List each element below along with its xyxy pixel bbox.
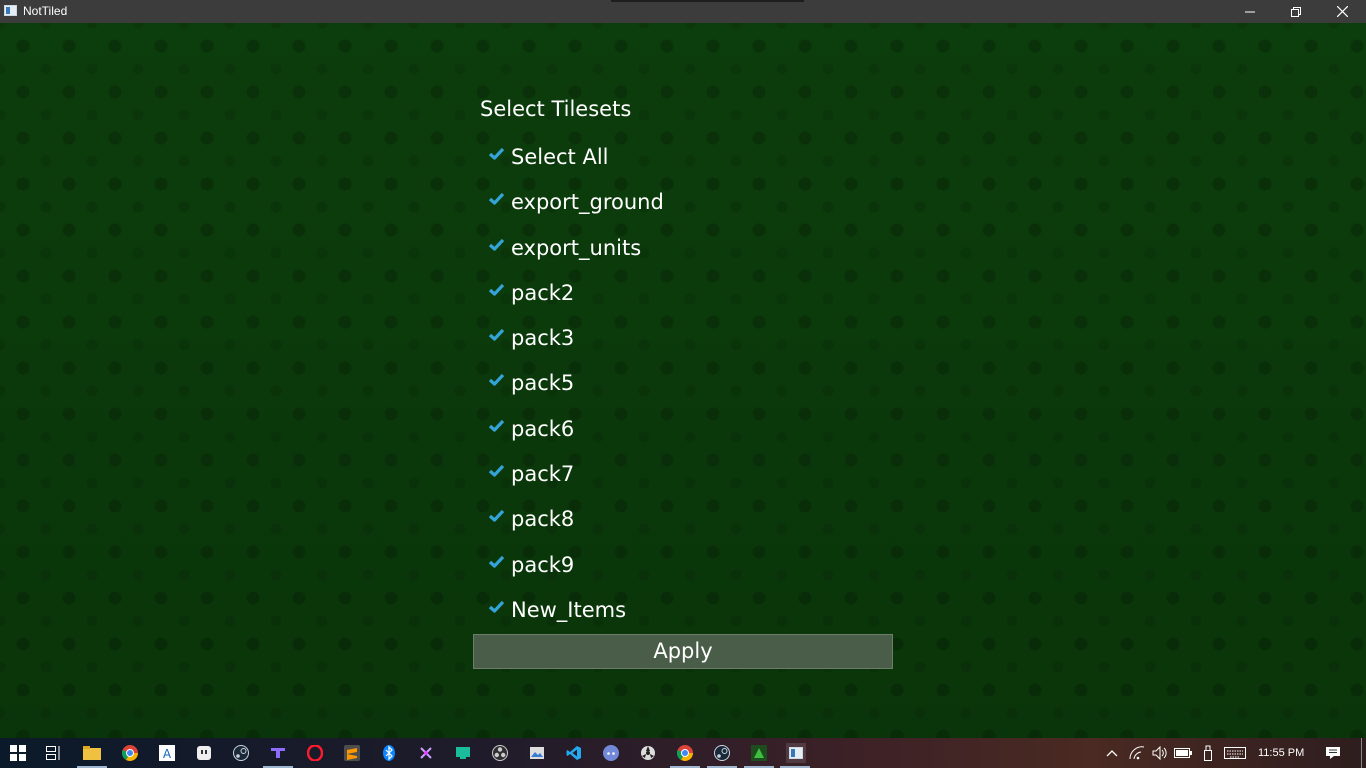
checkbox-select-all[interactable]: Select All — [488, 142, 609, 172]
app-icon[interactable] — [749, 743, 769, 763]
vscode-icon[interactable] — [564, 743, 584, 763]
checkbox-pack8[interactable]: pack8 — [488, 504, 574, 534]
checkbox-checked-icon[interactable] — [488, 327, 505, 344]
checkbox-label: export_ground — [511, 190, 664, 214]
checkbox-label: pack7 — [511, 462, 575, 486]
clock[interactable]: 11:55 PM — [1258, 746, 1304, 760]
steam-icon[interactable] — [231, 743, 251, 763]
checkbox-new-items[interactable]: New_Items — [488, 595, 626, 625]
checkbox-checked-icon[interactable] — [488, 418, 505, 435]
checkbox-checked-icon[interactable] — [488, 463, 505, 480]
chrome-icon[interactable] — [120, 743, 140, 763]
minimize-button[interactable] — [1227, 0, 1273, 23]
chevron-up-icon[interactable] — [1102, 743, 1122, 763]
notification-icon[interactable] — [1323, 743, 1343, 763]
checkbox-pack3[interactable]: pack3 — [488, 323, 574, 353]
aseprite-icon[interactable]: A — [157, 743, 177, 763]
tileset-selection-panel: Select Tilesets Select All export_ground… — [0, 23, 1366, 738]
app-icon[interactable] — [638, 743, 658, 763]
checkbox-checked-icon[interactable] — [488, 191, 505, 208]
checkbox-checked-icon[interactable] — [488, 372, 505, 389]
checkbox-label: pack2 — [511, 281, 575, 305]
checkbox-label: pack8 — [511, 507, 575, 531]
keyboard-icon[interactable] — [1223, 743, 1247, 763]
close-button[interactable] — [1319, 0, 1365, 23]
checkbox-label: pack6 — [511, 417, 575, 441]
checkbox-export-units[interactable]: export_units — [488, 233, 641, 263]
window-title: NotTiled — [23, 4, 68, 18]
checkbox-label: New_Items — [511, 598, 627, 622]
dialog-heading: Select Tilesets — [480, 97, 632, 121]
opera-icon[interactable] — [305, 743, 325, 763]
obs-icon[interactable] — [490, 743, 510, 763]
steam-icon[interactable] — [712, 743, 732, 763]
checkbox-label: export_units — [511, 236, 642, 260]
restore-button[interactable] — [1273, 0, 1319, 23]
start-icon[interactable] — [8, 743, 28, 763]
app-icon[interactable] — [527, 743, 547, 763]
taskbar: A 11:55 PM — [0, 738, 1366, 768]
app-icon[interactable] — [453, 743, 473, 763]
title-bar[interactable]: NotTiled — [0, 0, 1366, 23]
sublime-text-icon[interactable] — [342, 743, 362, 763]
close-icon — [1336, 6, 1348, 17]
checkbox-pack6[interactable]: pack6 — [488, 414, 574, 444]
checkbox-pack5[interactable]: pack5 — [488, 368, 574, 398]
restore-icon — [1291, 6, 1301, 17]
title-bar-handle — [611, 0, 804, 2]
checkbox-checked-icon[interactable] — [488, 237, 505, 254]
volume-icon[interactable] — [1150, 743, 1170, 763]
checkbox-label: pack5 — [511, 371, 575, 395]
checkbox-pack9[interactable]: pack9 — [488, 550, 574, 580]
app-icon[interactable] — [268, 743, 288, 763]
checkbox-checked-icon[interactable] — [488, 146, 505, 163]
bluetooth-icon[interactable] — [379, 743, 399, 763]
file-explorer-icon[interactable] — [82, 743, 102, 763]
minimize-icon — [1245, 11, 1255, 12]
nottiled-icon[interactable] — [786, 743, 806, 763]
checkbox-pack2[interactable]: pack2 — [488, 278, 574, 308]
usb-drive-icon[interactable] — [1198, 743, 1218, 763]
chrome-icon[interactable] — [675, 743, 695, 763]
discord-icon[interactable] — [601, 743, 621, 763]
checkbox-label: pack9 — [511, 553, 575, 577]
checkbox-checked-icon[interactable] — [488, 508, 505, 525]
network-icon[interactable] — [1127, 743, 1147, 763]
checkbox-checked-icon[interactable] — [488, 554, 505, 571]
checkbox-label: Select All — [511, 145, 609, 169]
checkbox-export-ground[interactable]: export_ground — [488, 187, 664, 217]
checkbox-pack7[interactable]: pack7 — [488, 459, 574, 489]
checkbox-checked-icon[interactable] — [488, 599, 505, 616]
apply-button[interactable]: Apply — [473, 634, 893, 669]
show-desktop-button[interactable] — [1361, 738, 1362, 768]
checkbox-checked-icon[interactable] — [488, 282, 505, 299]
task-view-icon[interactable] — [44, 743, 64, 763]
battery-icon[interactable] — [1173, 743, 1193, 763]
app-icon[interactable] — [194, 743, 214, 763]
app-icon — [4, 5, 17, 16]
svg-text:A: A — [163, 747, 172, 761]
app-icon[interactable] — [416, 743, 436, 763]
checkbox-label: pack3 — [511, 326, 575, 350]
